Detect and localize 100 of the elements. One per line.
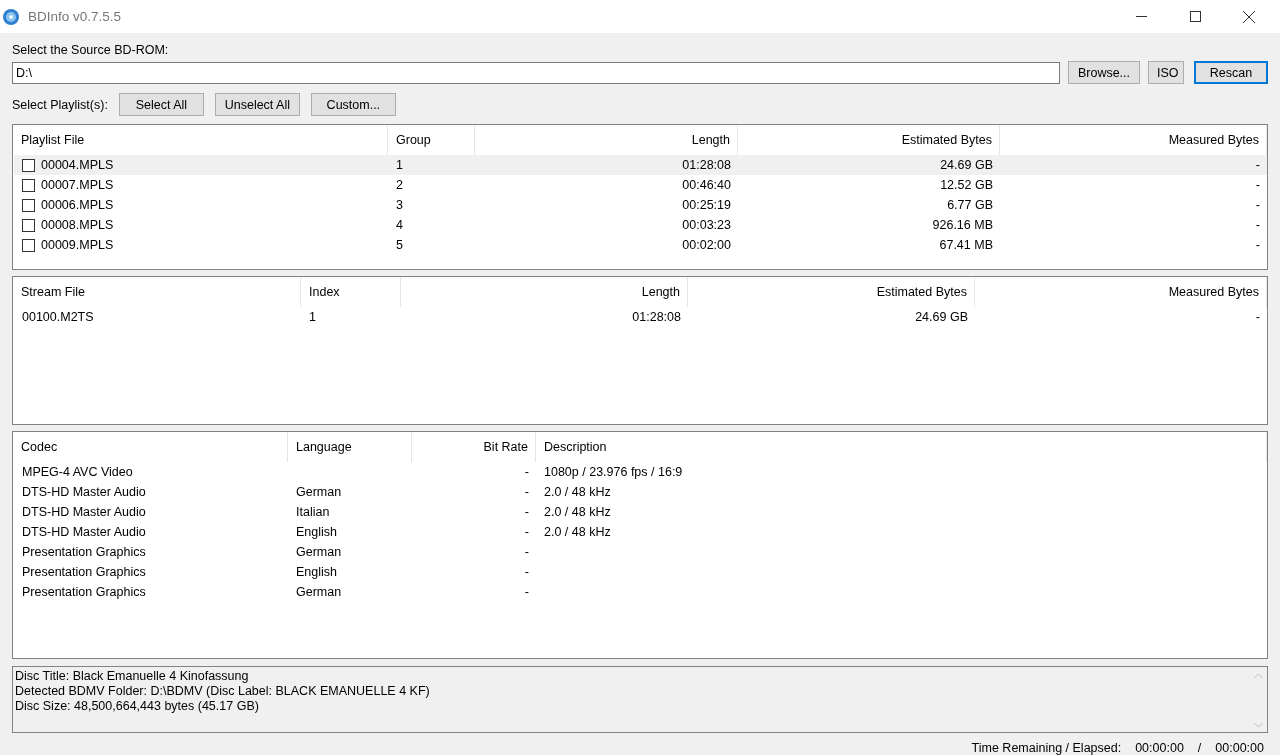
table-cell: DTS-HD Master Audio xyxy=(22,505,146,519)
table-cell: 2.0 / 48 kHz xyxy=(544,485,611,499)
table-cell: - xyxy=(1255,238,1260,252)
table-cell: - xyxy=(1255,178,1260,192)
table-cell: - xyxy=(524,585,529,599)
table-row[interactable]: 00100.M2TS 1 01:28:08 24.69 GB - xyxy=(14,307,1267,327)
column-header[interactable]: Language xyxy=(288,432,412,462)
table-cell: - xyxy=(1255,198,1260,212)
source-button[interactable]: Browse... xyxy=(1068,61,1140,84)
table-cell: - xyxy=(524,525,529,539)
table-cell: English xyxy=(296,565,337,579)
table-cell: - xyxy=(524,485,529,499)
column-header[interactable]: Index xyxy=(301,277,401,307)
table-cell: - xyxy=(524,565,529,579)
table-cell: - xyxy=(524,505,529,519)
elapsed-time: 00:00:00 xyxy=(1215,741,1264,755)
source-label: Select the Source BD-ROM: xyxy=(12,43,170,57)
table-cell: 6.77 GB xyxy=(947,198,993,212)
table-cell: DTS-HD Master Audio xyxy=(22,485,146,499)
playlist-select-button[interactable]: Unselect All xyxy=(214,93,300,116)
table-cell: - xyxy=(524,545,529,559)
table-cell: 00100.M2TS xyxy=(22,310,94,324)
source-path-field[interactable]: D:\ xyxy=(12,61,1060,84)
table-cell: 00007.MPLS xyxy=(41,178,114,192)
report-line: Disc Title: Black Emanuelle 4 Kinofassung xyxy=(15,669,250,684)
table-row[interactable]: 00009.MPLS 5 00:02:00 67.41 MB - xyxy=(14,235,1267,255)
table-row[interactable]: 00006.MPLS 3 00:25:19 6.77 GB - xyxy=(14,195,1267,215)
table-cell: Presentation Graphics xyxy=(22,585,146,599)
playlist-select-button[interactable]: Custom... xyxy=(310,93,396,116)
source-button[interactable]: Rescan xyxy=(1194,61,1268,84)
source-button[interactable]: ISO xyxy=(1148,61,1184,84)
table-row[interactable]: 00008.MPLS 4 00:03:23 926.16 MB - xyxy=(14,215,1267,235)
table-cell: 1 xyxy=(309,310,316,324)
status-separator: / xyxy=(1197,741,1202,755)
table-cell: - xyxy=(1255,218,1260,232)
table-cell: 3 xyxy=(396,198,403,212)
table-cell: 00004.MPLS xyxy=(41,158,114,172)
table-cell: Italian xyxy=(296,505,330,519)
checkbox[interactable] xyxy=(22,158,35,172)
table-cell: 1080p / 23.976 fps / 16:9 xyxy=(544,465,683,479)
table-row[interactable]: Presentation Graphics German - xyxy=(14,542,1267,562)
column-header[interactable]: Length xyxy=(401,277,688,307)
table-cell: 1 xyxy=(396,158,403,172)
table-row[interactable]: DTS-HD Master Audio English - 2.0 / 48 kHz xyxy=(14,522,1267,542)
table-cell: MPEG-4 AVC Video xyxy=(22,465,133,479)
table-cell: German xyxy=(296,585,342,599)
table-cell: 926.16 MB xyxy=(932,218,993,232)
table-cell: 00009.MPLS xyxy=(41,238,114,252)
table-cell: Presentation Graphics xyxy=(22,545,146,559)
table-cell: 2.0 / 48 kHz xyxy=(544,525,611,539)
table-cell: 00:02:00 xyxy=(682,238,731,252)
table-row[interactable]: 00004.MPLS 1 01:28:08 24.69 GB - xyxy=(14,155,1267,175)
table-cell: 00:46:40 xyxy=(682,178,731,192)
table-cell: 24.69 GB xyxy=(940,158,993,172)
table-cell: 24.69 GB xyxy=(915,310,968,324)
table-row[interactable]: DTS-HD Master Audio German - 2.0 / 48 kHz xyxy=(14,482,1267,502)
table-cell: 2 xyxy=(396,178,403,192)
status-label: Time Remaining / Elapsed: xyxy=(971,741,1122,755)
column-header[interactable]: Measured Bytes xyxy=(975,277,1267,307)
table-cell: Presentation Graphics xyxy=(22,565,146,579)
report-line: Disc Size: 48,500,664,443 bytes (45.17 GB) xyxy=(15,699,260,714)
checkbox[interactable] xyxy=(22,198,35,212)
table-cell: 00:25:19 xyxy=(682,198,731,212)
table-cell: 4 xyxy=(396,218,403,232)
table-cell: 00006.MPLS xyxy=(41,198,114,212)
table-cell: 01:28:08 xyxy=(682,158,731,172)
table-cell: 2.0 / 48 kHz xyxy=(544,505,611,519)
table-cell: English xyxy=(296,525,337,539)
table-cell: - xyxy=(1255,310,1260,324)
table-cell: German xyxy=(296,485,342,499)
checkbox[interactable] xyxy=(22,218,35,232)
column-header[interactable]: Estimated Bytes xyxy=(688,277,975,307)
checkbox[interactable] xyxy=(22,238,35,252)
table-row[interactable]: 00007.MPLS 2 00:46:40 12.52 GB - xyxy=(14,175,1267,195)
playlist-select-button[interactable]: Select All xyxy=(118,93,204,116)
playlist-select-label: Select Playlist(s): xyxy=(12,97,108,112)
maximize-icon xyxy=(1189,11,1201,22)
column-header[interactable]: Bit Rate xyxy=(412,432,536,462)
table-cell: German xyxy=(296,545,342,559)
table-cell: 67.41 MB xyxy=(939,238,993,252)
column-header[interactable]: Description xyxy=(536,432,1267,462)
table-row[interactable]: Presentation Graphics German - xyxy=(14,582,1267,602)
table-cell: - xyxy=(1255,158,1260,172)
remaining-time: 00:00:00 xyxy=(1135,741,1184,755)
table-cell: DTS-HD Master Audio xyxy=(22,525,146,539)
table-cell: 00:03:23 xyxy=(682,218,731,232)
table-row[interactable]: Presentation Graphics English - xyxy=(14,562,1267,582)
table-row[interactable]: MPEG-4 AVC Video - 1080p / 23.976 fps / 16:9 xyxy=(14,462,1267,482)
close-icon xyxy=(1243,10,1255,23)
column-header[interactable]: Stream File xyxy=(13,277,301,307)
table-cell: 00008.MPLS xyxy=(41,218,114,232)
table-row[interactable]: DTS-HD Master Audio Italian - 2.0 / 48 kHz xyxy=(14,502,1267,522)
column-header[interactable]: Codec xyxy=(13,432,288,462)
table-cell: - xyxy=(524,465,529,479)
report-line: Detected BDMV Folder: D:\BDMV (Disc Label: BLACK EMANUELLE 4 KF) xyxy=(15,684,431,699)
window-title: BDInfo v0.7.5.5 xyxy=(28,9,123,24)
table-cell: 01:28:08 xyxy=(632,310,681,324)
table-cell: 12.52 GB xyxy=(940,178,993,192)
checkbox[interactable] xyxy=(22,178,35,192)
minimize-icon xyxy=(1135,16,1147,17)
